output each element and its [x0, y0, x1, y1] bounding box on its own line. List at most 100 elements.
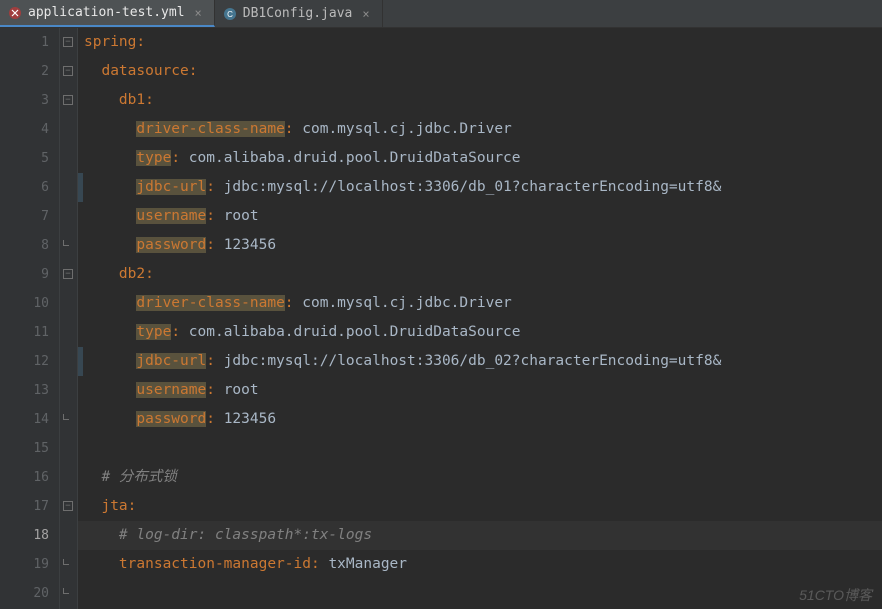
- token: com.alibaba.druid.pool.DruidDataSource: [189, 324, 521, 340]
- fold-gutter-row[interactable]: [60, 144, 77, 173]
- fold-end-icon[interactable]: [63, 414, 69, 420]
- token: password: [136, 237, 206, 253]
- code-line[interactable]: # log-dir: classpath*:tx-logs: [78, 521, 882, 550]
- token: db2: [119, 266, 145, 282]
- token: com.mysql.cj.jdbc.Driver: [302, 121, 512, 137]
- code-line[interactable]: datasource:: [78, 57, 882, 86]
- line-number: 3: [0, 86, 49, 115]
- editor-area[interactable]: 1234567891011121314151617181920 −−−−− sp…: [0, 28, 882, 609]
- fold-gutter-row[interactable]: [60, 318, 77, 347]
- code-line[interactable]: password: 123456: [78, 231, 882, 260]
- code-line[interactable]: jdbc-url: jdbc:mysql://localhost:3306/db…: [78, 173, 882, 202]
- token: 123456: [224, 237, 276, 253]
- line-number: 17: [0, 492, 49, 521]
- fold-collapse-icon[interactable]: −: [63, 501, 73, 511]
- token: username: [136, 382, 206, 398]
- token: :: [285, 121, 302, 137]
- close-icon[interactable]: ×: [358, 7, 369, 21]
- fold-gutter-row[interactable]: [60, 173, 77, 202]
- code-line[interactable]: db2:: [78, 260, 882, 289]
- modified-marker: [78, 347, 83, 376]
- fold-gutter-row[interactable]: [60, 405, 77, 434]
- fold-gutter-row[interactable]: [60, 521, 77, 550]
- token: :: [171, 324, 188, 340]
- token: type: [136, 324, 171, 340]
- token: spring: [84, 34, 136, 50]
- line-number: 11: [0, 318, 49, 347]
- token: # log-dir: classpath*:tx-logs: [119, 527, 372, 543]
- code-line[interactable]: driver-class-name: com.mysql.cj.jdbc.Dri…: [78, 115, 882, 144]
- fold-gutter-row[interactable]: [60, 463, 77, 492]
- fold-gutter-row[interactable]: [60, 231, 77, 260]
- code-line[interactable]: # 分布式锁: [78, 463, 882, 492]
- code-line[interactable]: jdbc-url: jdbc:mysql://localhost:3306/db…: [78, 347, 882, 376]
- token: com.mysql.cj.jdbc.Driver: [302, 295, 512, 311]
- fold-collapse-icon[interactable]: −: [63, 66, 73, 76]
- code-line[interactable]: transaction-manager-id: txManager: [78, 550, 882, 579]
- line-number: 1: [0, 28, 49, 57]
- code-line[interactable]: password: 123456: [78, 405, 882, 434]
- fold-gutter-row[interactable]: [60, 202, 77, 231]
- fold-gutter-row[interactable]: −: [60, 28, 77, 57]
- line-number: 2: [0, 57, 49, 86]
- code-line[interactable]: [78, 579, 882, 608]
- line-number: 4: [0, 115, 49, 144]
- fold-gutter-row[interactable]: [60, 550, 77, 579]
- code-line[interactable]: type: com.alibaba.druid.pool.DruidDataSo…: [78, 318, 882, 347]
- token: :: [285, 295, 302, 311]
- code-line[interactable]: username: root: [78, 202, 882, 231]
- tab-label: application-test.yml: [28, 5, 185, 20]
- token: :: [171, 150, 188, 166]
- fold-gutter-row[interactable]: [60, 579, 77, 608]
- fold-gutter-row[interactable]: −: [60, 86, 77, 115]
- tab-db1config-java[interactable]: C DB1Config.java ×: [215, 0, 383, 27]
- tab-bar: application-test.yml × C DB1Config.java …: [0, 0, 882, 28]
- token: jta: [101, 498, 127, 514]
- code-content[interactable]: spring: datasource: db1: driver-class-na…: [78, 28, 882, 609]
- line-number: 12: [0, 347, 49, 376]
- tab-label: DB1Config.java: [243, 6, 353, 21]
- token: :: [206, 353, 223, 369]
- fold-gutter-row[interactable]: [60, 347, 77, 376]
- token: jdbc-url: [136, 353, 206, 369]
- fold-collapse-icon[interactable]: −: [63, 269, 73, 279]
- token: username: [136, 208, 206, 224]
- token: type: [136, 150, 171, 166]
- tab-application-test-yml[interactable]: application-test.yml ×: [0, 0, 215, 27]
- close-icon[interactable]: ×: [191, 6, 202, 20]
- token: transaction-manager-id: [119, 556, 311, 572]
- fold-end-icon[interactable]: [63, 240, 69, 246]
- token: db1: [119, 92, 145, 108]
- token: :: [136, 34, 145, 50]
- code-line[interactable]: [78, 434, 882, 463]
- line-number: 10: [0, 289, 49, 318]
- code-line[interactable]: spring:: [78, 28, 882, 57]
- token: com.alibaba.druid.pool.DruidDataSource: [189, 150, 521, 166]
- line-number: 16: [0, 463, 49, 492]
- fold-collapse-icon[interactable]: −: [63, 95, 73, 105]
- code-line[interactable]: jta:: [78, 492, 882, 521]
- line-number: 9: [0, 260, 49, 289]
- fold-collapse-icon[interactable]: −: [63, 37, 73, 47]
- code-line[interactable]: type: com.alibaba.druid.pool.DruidDataSo…: [78, 144, 882, 173]
- watermark-label: 51CTO博客: [799, 585, 872, 605]
- fold-gutter-row[interactable]: [60, 434, 77, 463]
- code-line[interactable]: driver-class-name: com.mysql.cj.jdbc.Dri…: [78, 289, 882, 318]
- fold-gutter-row[interactable]: −: [60, 492, 77, 521]
- fold-column[interactable]: − − − − −: [60, 28, 78, 609]
- fold-gutter-row[interactable]: [60, 289, 77, 318]
- token: :: [145, 266, 154, 282]
- line-number-gutter: 1234567891011121314151617181920: [0, 28, 60, 609]
- fold-gutter-row[interactable]: [60, 115, 77, 144]
- fold-end-icon[interactable]: [63, 559, 69, 565]
- code-line[interactable]: username: root: [78, 376, 882, 405]
- fold-end-icon[interactable]: [63, 588, 69, 594]
- line-number: 8: [0, 231, 49, 260]
- code-line[interactable]: db1:: [78, 86, 882, 115]
- fold-gutter-row[interactable]: [60, 376, 77, 405]
- fold-gutter-row[interactable]: −: [60, 57, 77, 86]
- token: driver-class-name: [136, 121, 284, 137]
- fold-gutter-row[interactable]: −: [60, 260, 77, 289]
- token: :: [189, 63, 198, 79]
- token: :: [311, 556, 328, 572]
